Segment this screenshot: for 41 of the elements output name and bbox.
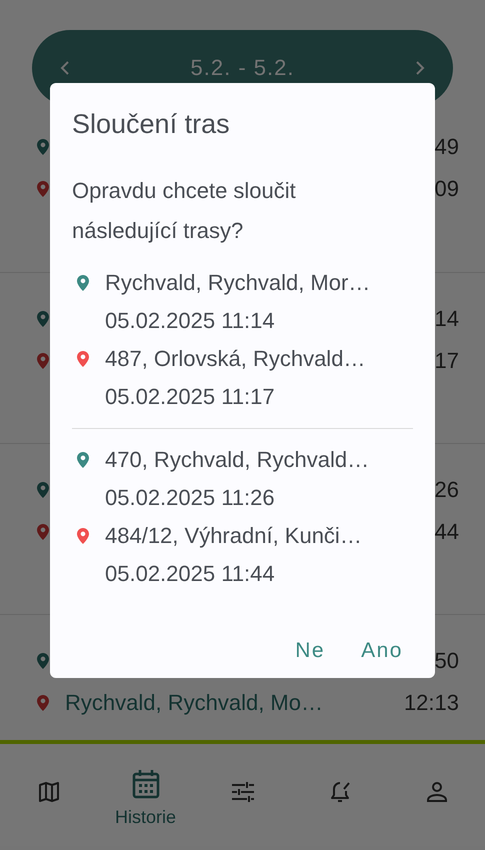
dialog-message: Opravdu chcete sloučit následující trasy? xyxy=(72,177,297,245)
dialog-button[interactable]: Ano xyxy=(351,631,413,671)
route-time: 14 xyxy=(434,306,459,332)
previous-icon[interactable] xyxy=(60,60,70,76)
route-time: 49 xyxy=(434,134,459,160)
map-pin-icon xyxy=(77,351,89,367)
route-address: Rychvald, Rychvald, Mo… xyxy=(65,690,324,716)
route-time: 26 xyxy=(434,477,459,503)
map-pin-icon xyxy=(37,695,49,711)
map-pin-icon xyxy=(77,452,89,468)
calendar-icon xyxy=(132,768,160,798)
map-pin-icon xyxy=(37,482,49,498)
map-pin-icon xyxy=(37,353,49,369)
map-pin-icon xyxy=(37,181,49,197)
route-time: 44 xyxy=(434,519,459,545)
dialog-title: Sloučení tras xyxy=(72,108,231,141)
nav-tab[interactable]: Historie xyxy=(97,744,194,846)
map-pin-icon xyxy=(37,311,49,327)
route-address: 487, Orlovská, Rychvald… xyxy=(105,346,366,372)
route-address: Rychvald, Rychvald, Mor… xyxy=(105,270,370,296)
person-icon xyxy=(424,780,448,804)
map-pin-icon xyxy=(37,653,49,669)
route-datetime: 05.02.2025 11:14 xyxy=(105,308,275,334)
map-pin-icon xyxy=(77,275,89,291)
route-time: 17 xyxy=(434,348,459,374)
route-datetime: 05.02.2025 11:26 xyxy=(105,485,275,511)
dialog-button[interactable]: Ne xyxy=(285,631,336,671)
map-pin-icon xyxy=(37,524,49,540)
route-time: 12:13 xyxy=(404,690,459,716)
route-address: 470, Rychvald, Rychvald… xyxy=(105,447,370,473)
route-address: 484/12, Výhradní, Kunči… xyxy=(105,523,362,549)
route-time: 50 xyxy=(434,648,459,674)
map-pin-icon xyxy=(37,139,49,155)
route-datetime: 05.02.2025 11:44 xyxy=(105,561,275,587)
route-time: 09 xyxy=(434,176,459,202)
next-icon[interactable] xyxy=(414,60,425,76)
route-datetime: 05.02.2025 11:17 xyxy=(105,384,275,410)
date-range-label: 5.2. - 5.2. xyxy=(190,55,294,81)
map-pin-icon xyxy=(77,528,89,544)
sliders-icon xyxy=(230,780,254,804)
map-icon xyxy=(36,780,60,804)
